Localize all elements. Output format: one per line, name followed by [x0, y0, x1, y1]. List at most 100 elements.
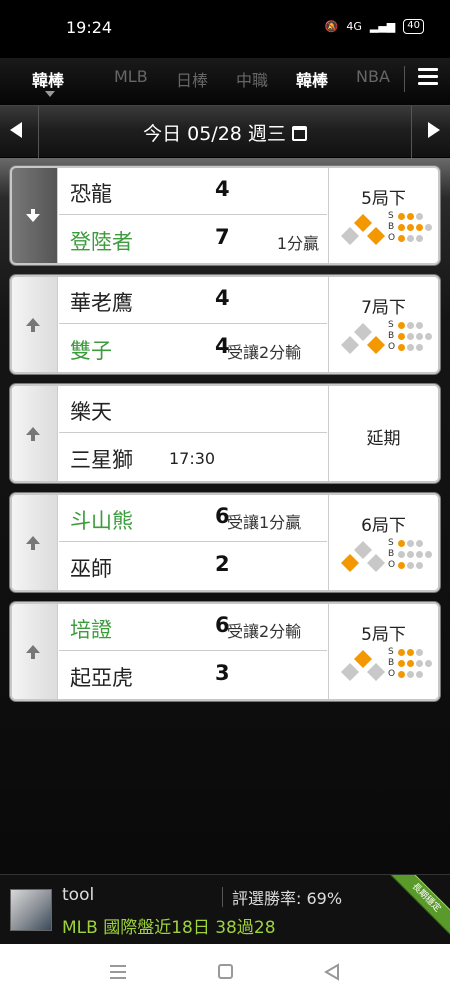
third-base: [341, 336, 359, 354]
battery-icon: 40: [403, 19, 424, 34]
count-dot: [425, 224, 432, 231]
count-dot: [407, 322, 414, 329]
count-dot: [416, 551, 423, 558]
count-indicator: SBO: [388, 211, 434, 244]
count-dot: [407, 649, 414, 656]
team-score: 4: [215, 177, 230, 201]
count-dot: [398, 540, 405, 547]
favorite-toggle[interactable]: [12, 604, 58, 699]
inning-label: 7局下: [361, 298, 406, 318]
count-dot: [416, 649, 423, 656]
bet-result: 受讓2分輸: [227, 343, 302, 362]
count-dot: [407, 344, 414, 351]
arrow-down-icon[interactable]: [23, 206, 45, 226]
arrow-up-icon[interactable]: [23, 424, 45, 444]
calendar-icon[interactable]: [291, 126, 307, 141]
first-base: [367, 554, 385, 572]
team-row-home: 三星獅 17:30: [59, 434, 327, 481]
game-card[interactable]: 樂天三星獅 17:30 延期: [10, 384, 440, 483]
arrow-up-icon[interactable]: [23, 533, 45, 553]
inning-label: 5局下: [361, 625, 406, 645]
count-dot: [416, 333, 423, 340]
team-row-home: 巫師 2: [59, 543, 327, 590]
divider: [404, 66, 405, 92]
count-dot: [407, 551, 414, 558]
game-status: 5局下 S B O: [328, 604, 438, 699]
count-dot: [398, 562, 405, 569]
recents-icon[interactable]: [110, 965, 126, 983]
game-card[interactable]: 恐龍 4 登陸者 7 1分贏 5局下 S B O: [10, 166, 440, 265]
tab-npb[interactable]: 日棒: [176, 67, 208, 91]
count-dot: [407, 671, 414, 678]
arrow-up-icon[interactable]: [23, 642, 45, 662]
count-dot: [407, 540, 414, 547]
inning-label: 5局下: [361, 189, 406, 209]
avatar[interactable]: [10, 889, 52, 931]
menu-icon[interactable]: [418, 68, 438, 86]
count-row-b: B: [388, 549, 434, 560]
favorite-toggle[interactable]: [12, 495, 58, 590]
third-base: [341, 554, 359, 572]
count-row-s: S: [388, 647, 434, 658]
tab-mlb[interactable]: MLB: [114, 67, 148, 86]
count-indicator: SBO: [388, 538, 434, 571]
tab-nba[interactable]: NBA: [356, 67, 390, 86]
count-dot: [407, 213, 414, 220]
win-rate: 評選勝率: 69%: [232, 889, 343, 908]
count-dot: [398, 344, 405, 351]
status-icons: 🔕 4G ▂▄▆ 40: [325, 19, 424, 34]
count-row-o: O: [388, 342, 434, 353]
favorite-toggle[interactable]: [12, 386, 58, 481]
signal-icon: ▂▄▆: [369, 20, 396, 33]
expert-name: tool: [62, 885, 95, 905]
count-row-o: O: [388, 233, 434, 244]
home-icon[interactable]: [218, 964, 233, 979]
team-name: 培證: [70, 618, 112, 642]
count-dot: [416, 344, 423, 351]
count-dot: [398, 671, 405, 678]
favorite-toggle[interactable]: [12, 277, 58, 372]
favorite-toggle[interactable]: [12, 168, 58, 263]
third-base: [341, 663, 359, 681]
team-name: 樂天: [70, 400, 112, 424]
back-icon[interactable]: [324, 963, 340, 981]
tab-cpbl[interactable]: 中職: [236, 67, 268, 91]
network-icon: 4G: [346, 20, 362, 33]
team-row-away: 培證 6 受讓2分輸: [59, 604, 327, 651]
first-base: [367, 336, 385, 354]
game-card[interactable]: 斗山熊 6 受讓1分贏 巫師 2 6局下 S B O: [10, 493, 440, 592]
tab-current-league[interactable]: 韓棒: [32, 67, 64, 91]
expert-record: MLB 國際盤近18日 38過28: [62, 918, 276, 938]
count-dot: [407, 660, 414, 667]
date-picker[interactable]: 今日 05/28 週三: [0, 119, 450, 146]
next-day-arrow-icon[interactable]: [428, 122, 440, 138]
first-base: [367, 663, 385, 681]
bases-diamond-icon: [341, 214, 385, 245]
team-name: 華老鷹: [70, 291, 133, 315]
count-dot: [407, 235, 414, 242]
game-card[interactable]: 培證 6 受讓2分輸 起亞虎 3 5局下 S B O: [10, 602, 440, 701]
team-score: 4: [215, 286, 230, 310]
game-card[interactable]: 華老鷹 4 雙子 4 受讓2分輸 7局下 S B O: [10, 275, 440, 374]
count-dot: [425, 660, 432, 667]
arrow-up-icon[interactable]: [23, 315, 45, 335]
count-dot: [398, 660, 405, 667]
count-indicator: SBO: [388, 320, 434, 353]
bases-diamond-icon: [341, 323, 385, 354]
team-row-home: 雙子 4 受讓2分輸: [59, 325, 327, 372]
divider: [411, 106, 412, 158]
second-base: [354, 541, 372, 559]
third-base: [341, 227, 359, 245]
count-dot: [416, 213, 423, 220]
count-row-b: B: [388, 222, 434, 233]
tab-kbo[interactable]: 韓棒: [296, 67, 328, 91]
bet-result: 1分贏: [276, 234, 319, 253]
count-dot: [416, 322, 423, 329]
expert-banner[interactable]: tool 評選勝率: 69% MLB 國際盤近18日 38過28 長期穩定: [0, 874, 450, 944]
count-dot: [398, 213, 405, 220]
chevron-down-icon[interactable]: [45, 91, 55, 97]
game-status: 7局下 S B O: [328, 277, 438, 372]
game-status: 延期: [328, 386, 438, 481]
date-bar: 今日 05/28 週三: [0, 106, 450, 158]
team-name: 巫師: [70, 557, 112, 581]
